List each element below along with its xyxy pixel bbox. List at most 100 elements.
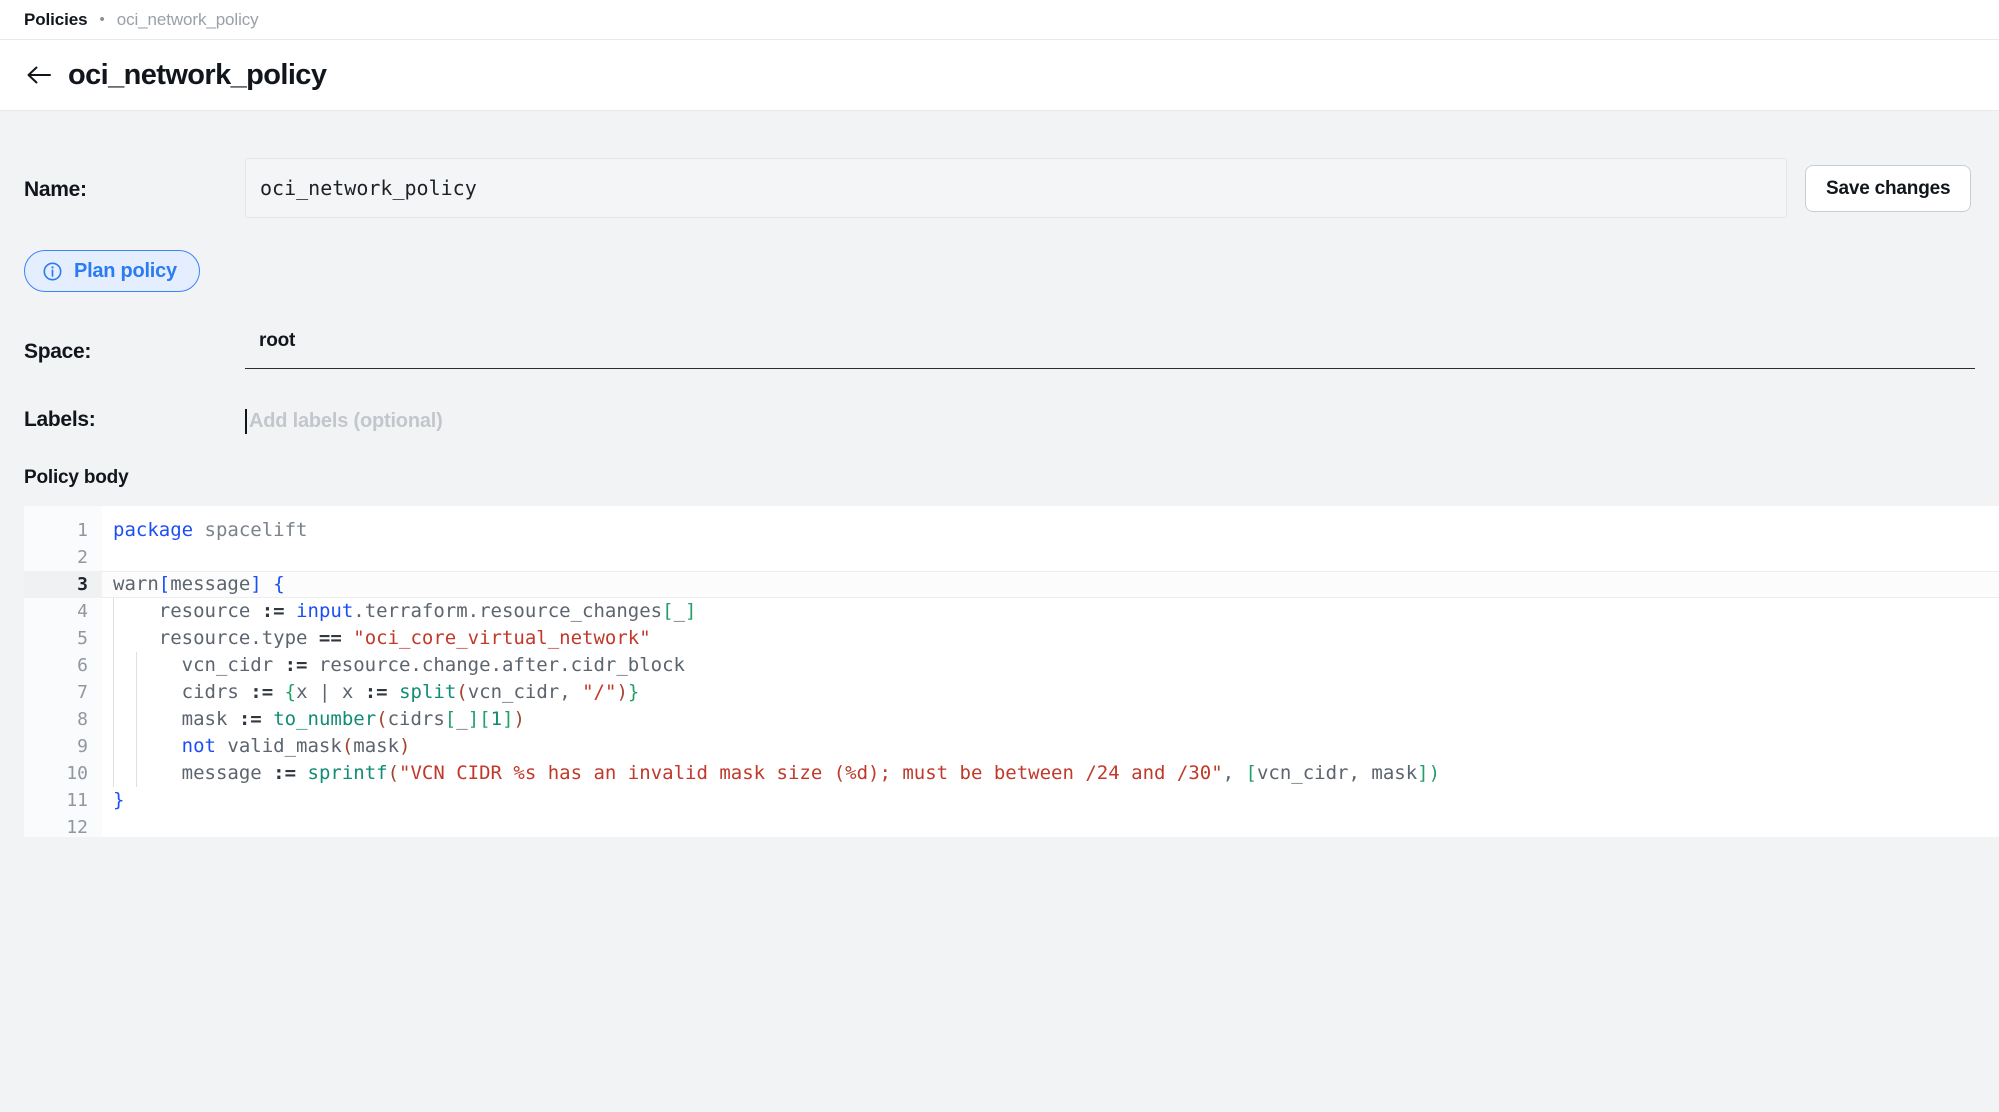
indent-guide [113,733,114,760]
code-token: ) [616,681,628,703]
code-token: { [273,573,285,595]
indent-guide [113,706,114,733]
space-label: Space: [24,340,92,363]
code-token: ] [250,573,262,595]
indent-guide [113,652,114,679]
policy-form: Name: oci_network_policy Save changes Pl… [0,111,1999,1111]
code-token: { [284,681,297,703]
editor-code-line[interactable] [102,544,1999,571]
editor-code-line[interactable]: package spacelift [102,517,1999,544]
arrow-left-icon[interactable] [24,60,54,90]
editor-code-area[interactable]: package spacelift warn[message] { resour… [102,506,1999,837]
code-token: not [181,735,216,757]
code-token: := [273,762,297,784]
code-token: split [399,681,457,703]
plan-policy-label: Plan policy [74,259,177,282]
labels-placeholder: Add labels (optional) [249,409,443,432]
breadcrumb-link-policies[interactable]: Policies [24,10,88,30]
editor-code-line[interactable]: cidrs := {x | x := split(vcn_cidr, "/")} [102,679,1999,706]
page-header: oci_network_policy [0,40,1999,111]
save-changes-button[interactable]: Save changes [1805,165,1972,212]
editor-line-number: 10 [66,763,88,784]
editor-code-line[interactable]: mask := to_number(cidrs[_][1]) [102,706,1999,733]
editor-line-number: 5 [77,628,88,649]
code-token: message [113,762,274,784]
indent-guide [113,625,114,652]
code-token: resource.type [113,627,319,649]
editor-code-line[interactable] [102,814,1999,837]
text-caret [245,408,247,434]
code-token: ) [399,735,411,757]
editor-line-number: 8 [77,709,88,730]
code-token: := [284,654,308,676]
plan-policy-pill[interactable]: Plan policy [24,250,200,292]
code-token: [ [444,708,457,730]
code-token: mask [353,735,400,757]
code-token: mask [113,708,239,730]
breadcrumb-separator: • [99,11,105,28]
editor-line-number: 9 [77,736,88,757]
indent-guide [113,760,114,787]
breadcrumb-current: oci_network_policy [116,9,259,29]
editor-code-line[interactable]: message := sprintf("VCN CIDR %s has an i… [102,760,1999,787]
code-token: ( [387,762,400,784]
space-select[interactable]: root [245,330,1975,369]
code-token: ] [467,708,480,730]
name-row: Name: oci_network_policy Save changes [0,111,1999,218]
code-token: == [318,627,342,649]
name-input[interactable]: oci_network_policy [245,158,1787,218]
code-token: := [238,708,262,730]
indent-guide [135,706,137,733]
code-token: ( [376,708,388,730]
labels-input[interactable]: Add labels (optional) [245,408,1975,434]
code-token: := [261,600,285,622]
code-token: } [627,681,640,703]
editor-code-line[interactable]: resource.type == "oci_core_virtual_netwo… [102,625,1999,652]
code-token: vcn_cidr [113,654,285,676]
code-token: ( [341,735,354,757]
breadcrumb: Policies • oci_network_policy [0,0,1999,40]
editor-code-line[interactable]: vcn_cidr := resource.change.after.cidr_b… [102,652,1999,679]
indent-guide [135,679,137,706]
code-token: [ [662,600,674,622]
code-token: "oci_core_virtual_network" [353,627,651,649]
info-circle-icon [42,261,63,282]
editor-code-line[interactable]: resource := input.terraform.resource_cha… [102,598,1999,625]
code-token: ) [513,708,525,730]
code-token: message [170,573,251,595]
code-token: x | x [296,681,365,703]
code-token: 1 [490,708,503,730]
labels-label: Labels: [24,408,96,431]
editor-code-line[interactable]: warn[message] { [102,571,1999,598]
code-token: cidrs [113,681,251,703]
indent-guide [113,598,114,625]
code-token: := [250,681,274,703]
policy-body-editor[interactable]: 12345678910111213141516171819 package sp… [24,506,1999,837]
code-token: } [113,789,125,811]
code-token: ] [685,600,697,622]
indent-guide [113,679,114,706]
code-token: vcn_cidr, [467,681,583,703]
space-row: Space: root [0,292,1999,369]
editor-line-number: 11 [66,790,88,811]
code-token: ] [502,708,514,730]
editor-line-number: 2 [77,547,88,568]
plan-policy-row: Plan policy [0,218,1999,292]
indent-guide [135,760,137,787]
code-token: warn [113,573,159,595]
code-token: ] [1417,762,1429,784]
editor-code-line[interactable]: not valid_mask(mask) [102,733,1999,760]
indent-guide [135,652,137,679]
code-token: .terraform.resource_changes [353,600,663,622]
editor-line-number: 4 [77,601,88,622]
editor-code-line[interactable]: } [102,787,1999,814]
page-title: oci_network_policy [68,58,327,91]
editor-line-number: 6 [77,655,88,676]
